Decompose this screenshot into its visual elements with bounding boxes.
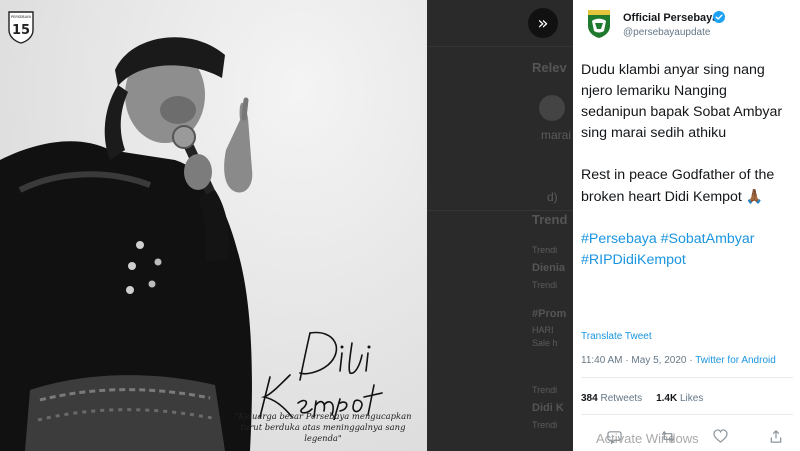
tweet-timestamp: 11:40 AM · May 5, 2020 · Twitter for And… (581, 355, 776, 366)
ghost-divider (427, 46, 573, 47)
ghost-item: HARI (532, 325, 554, 335)
retweets-stat[interactable]: 384 Retweets (581, 393, 642, 404)
translate-tweet-link[interactable]: Translate Tweet (581, 331, 652, 342)
tweet-date[interactable]: May 5, 2020 (631, 355, 686, 366)
retweets-count: 384 (581, 393, 598, 404)
meta-separator: · (625, 355, 629, 366)
tweet-panel: Official Persebaya @persebayaupdate Dudu… (573, 0, 800, 451)
tweet-time[interactable]: 11:40 AM (581, 355, 623, 366)
tweet-client-link[interactable]: Twitter for Android (695, 355, 776, 366)
ghost-avatar (539, 95, 565, 121)
condolence-line-2: turut berduka atas meninggalnya sang leg… (240, 422, 406, 443)
verified-badge-icon (713, 11, 725, 23)
tweet-hashtags[interactable]: #Persebaya #SobatAmbyar #RIPDidiKempot (581, 229, 793, 271)
likes-count: 1.4K (656, 393, 678, 404)
ghost-divider (427, 210, 573, 211)
divider (581, 377, 793, 378)
condolence-line-1: "Keluarga besar Persebaya mengucapkan (234, 411, 412, 421)
divider (581, 414, 793, 415)
ghost-item: Trendi (532, 385, 558, 395)
svg-text:15: 15 (12, 23, 30, 38)
likes-label: Likes (679, 393, 704, 404)
ghost-item: Trendi (532, 420, 558, 430)
ghost-text: d) (547, 190, 558, 204)
ghost-item: #Prom (532, 308, 567, 320)
activate-windows-watermark: Activate Windows (596, 431, 699, 446)
tweet-text: Dudu klambi anyar sing nang njero lemari… (581, 60, 793, 271)
avatar[interactable] (587, 9, 611, 39)
tweet-photo[interactable]: PERSEBAYA 15 "Keluarga besar Persebaya m… (0, 0, 427, 451)
ghost-item: Trendi (532, 245, 558, 255)
ghost-item: Dienia (532, 262, 566, 274)
like-icon[interactable] (711, 427, 729, 445)
author-name[interactable]: Official Persebaya (623, 12, 718, 24)
ghost-item: Trendi (532, 280, 558, 290)
ghost-text: marai (541, 128, 572, 142)
share-icon[interactable] (767, 427, 785, 445)
ghost-item: Didi K (532, 402, 564, 414)
double-chevron-right-icon[interactable]: » (528, 8, 558, 38)
dimmed-background-page: Relev marai d) Trend Trendi Dienia Trend… (427, 0, 573, 451)
svg-text:PERSEBAYA: PERSEBAYA (11, 15, 32, 19)
tweet-stats: 384 Retweets 1.4K Likes (581, 393, 703, 404)
persebaya-crest-icon: PERSEBAYA 15 (8, 11, 34, 44)
meta-separator: · (689, 355, 693, 366)
retweets-label: Retweets (600, 393, 643, 404)
ghost-item: Sale h (532, 338, 558, 348)
signature (259, 331, 383, 420)
tweet-paragraph-1: Dudu klambi anyar sing nang njero lemari… (581, 62, 783, 141)
condolence-caption: "Keluarga besar Persebaya mengucapkan tu… (228, 411, 418, 444)
ghost-heading: Relev (532, 60, 567, 75)
ghost-heading: Trend (532, 212, 568, 227)
folded-hands-icon: 🙏🏾 (745, 188, 764, 204)
likes-stat[interactable]: 1.4K Likes (656, 393, 703, 404)
tweet-paragraph-2: Rest in peace Godfather of the broken he… (581, 165, 793, 208)
author-handle[interactable]: @persebayaupdate (623, 27, 710, 38)
